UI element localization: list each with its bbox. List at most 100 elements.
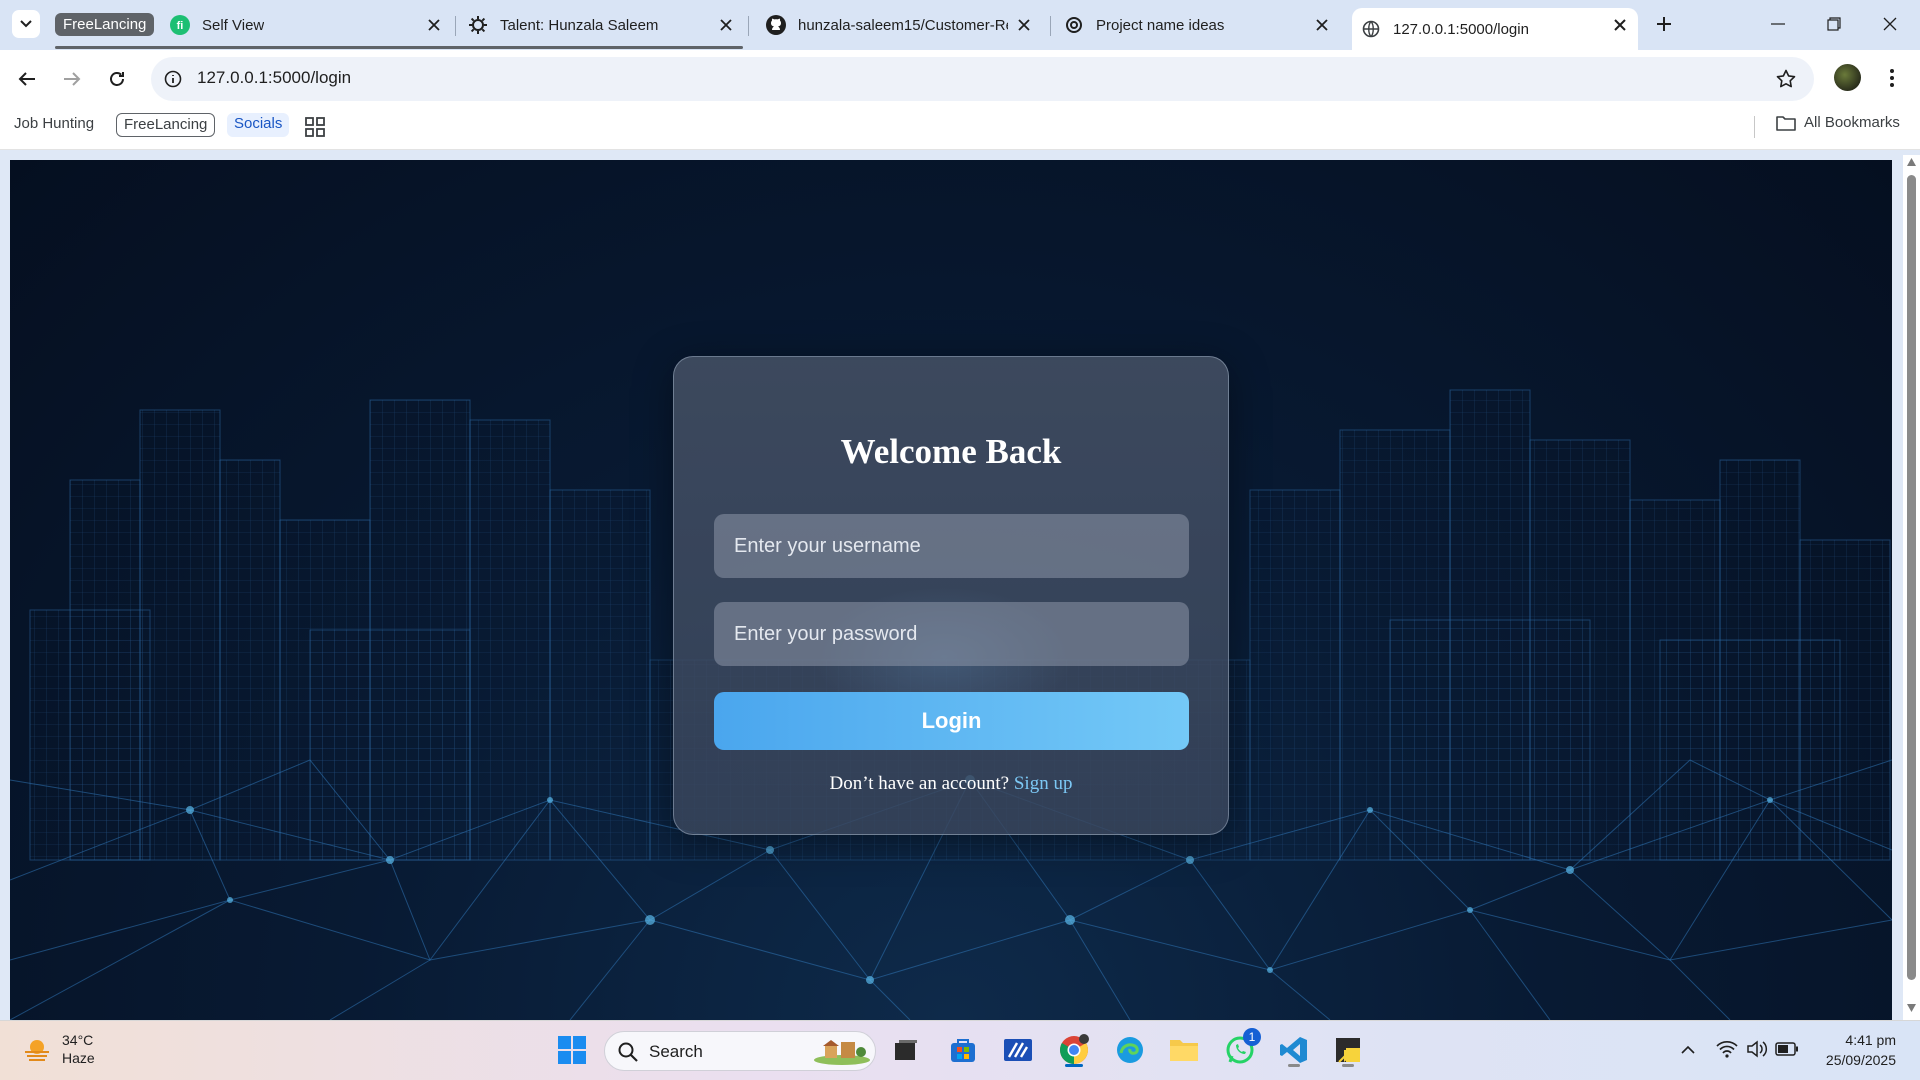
- scroll-up-icon[interactable]: [1906, 157, 1917, 167]
- restore-icon: [1827, 17, 1841, 31]
- password-input[interactable]: [714, 602, 1189, 666]
- bookmark-freelancing[interactable]: FreeLancing: [116, 113, 216, 137]
- all-bookmarks-button[interactable]: All Bookmarks: [1776, 114, 1900, 131]
- folder-icon: [1170, 1040, 1198, 1061]
- tab-title: 127.0.0.1:5000/login: [1393, 20, 1529, 38]
- apps-grid-icon[interactable]: [304, 116, 326, 138]
- speaker-icon: [1747, 1040, 1768, 1058]
- running-indicator: [1065, 1064, 1083, 1067]
- chevron-up-icon: [1681, 1045, 1695, 1054]
- scroll-down-icon[interactable]: [1906, 1003, 1917, 1013]
- forward-button[interactable]: [56, 63, 88, 95]
- scrollbar-thumb[interactable]: [1907, 175, 1916, 980]
- app-shortcut-icon: [1004, 1039, 1032, 1061]
- app-blue-shortcut[interactable]: [998, 1030, 1038, 1070]
- minimize-button[interactable]: [1760, 10, 1796, 38]
- tab-search-button[interactable]: [12, 10, 40, 38]
- running-indicator: [1342, 1064, 1354, 1067]
- tab-strip: FreeLancing fi Self View Talent: Hunzala…: [0, 0, 1920, 50]
- bookmarks-bar: Job Hunting FreeLancing Socials All Book…: [0, 108, 1920, 150]
- plus-icon: [1657, 17, 1671, 31]
- bookmark-star-icon[interactable]: [1774, 67, 1798, 91]
- login-button[interactable]: Login: [714, 692, 1189, 750]
- close-icon[interactable]: [424, 15, 444, 35]
- tab-talent[interactable]: Talent: Hunzala Saleem: [468, 8, 744, 42]
- openai-icon: [1064, 15, 1084, 35]
- weather-desc: Haze: [62, 1050, 95, 1066]
- login-heading: Welcome Back: [840, 432, 1062, 471]
- clock-time: 4:41 pm: [1845, 1032, 1896, 1048]
- browser-toolbar: 127.0.0.1:5000/login: [0, 50, 1920, 108]
- taskbar-search[interactable]: Search: [604, 1031, 876, 1071]
- tab-self-view[interactable]: fi Self View: [170, 8, 452, 42]
- chrome-icon: [1060, 1034, 1089, 1064]
- close-window-button[interactable]: [1872, 10, 1908, 38]
- close-icon[interactable]: [1610, 15, 1630, 35]
- sticky-notes-icon: [1336, 1038, 1360, 1063]
- sticky-notes-app[interactable]: [1328, 1030, 1368, 1070]
- vscode-icon: [1280, 1037, 1307, 1063]
- back-button[interactable]: [11, 63, 43, 95]
- bookmark-job-hunting[interactable]: Job Hunting: [7, 113, 101, 137]
- vscode-app[interactable]: [1274, 1030, 1314, 1070]
- page-scrollbar[interactable]: [1903, 155, 1920, 1020]
- sun-haze-icon: [25, 1040, 49, 1061]
- store-app[interactable]: [943, 1030, 983, 1070]
- close-icon: [1883, 17, 1897, 31]
- microsoft-store-icon: [951, 1039, 975, 1062]
- site-info-icon[interactable]: [161, 67, 185, 91]
- close-icon[interactable]: [716, 15, 736, 35]
- edge-app[interactable]: [1110, 1030, 1150, 1070]
- tab-title: hunzala-saleem15/Customer-Re: [798, 16, 1008, 34]
- address-bar[interactable]: 127.0.0.1:5000/login: [151, 57, 1814, 101]
- search-highlight-illustration: [814, 1040, 870, 1065]
- new-tab-button[interactable]: [1651, 11, 1677, 37]
- system-clock[interactable]: 4:41 pm 25/09/2025: [1806, 1030, 1896, 1070]
- browser-menu-button[interactable]: [1880, 65, 1904, 91]
- wifi-icon: [1716, 1040, 1738, 1058]
- login-card: Welcome Back Login Don’t have an account…: [673, 356, 1229, 835]
- tab-title: Self View: [202, 16, 265, 34]
- start-button[interactable]: [552, 1030, 592, 1070]
- chrome-app[interactable]: [1054, 1030, 1094, 1070]
- battery-icon: [1775, 1042, 1798, 1056]
- tab-group-chip[interactable]: FreeLancing: [55, 13, 155, 36]
- reload-button[interactable]: [101, 63, 133, 95]
- close-icon[interactable]: [1014, 15, 1034, 35]
- url-text[interactable]: 127.0.0.1:5000/login: [197, 68, 351, 88]
- tab-title: Project name ideas: [1096, 16, 1225, 34]
- profile-avatar[interactable]: [1834, 64, 1861, 91]
- tab-group-underline: [55, 46, 743, 49]
- tab-github[interactable]: hunzala-saleem15/Customer-Re: [766, 8, 1042, 42]
- tab-project-ideas[interactable]: Project name ideas: [1064, 8, 1340, 42]
- taskbar: 34°C Haze Search 1 4:41 pm 25/09/2025: [0, 1020, 1920, 1080]
- tab-title: Talent: Hunzala Saleem: [500, 16, 659, 34]
- notification-badge: 1: [1243, 1028, 1261, 1046]
- tab-login[interactable]: 127.0.0.1:5000/login: [1352, 8, 1638, 50]
- tab-separator: [455, 16, 456, 36]
- search-label: Search: [649, 1042, 703, 1061]
- minimize-icon: [1771, 23, 1785, 25]
- task-view-button[interactable]: [886, 1030, 926, 1070]
- wifi-status[interactable]: [1714, 1036, 1740, 1062]
- arrow-right-icon: [64, 72, 81, 86]
- battery-status[interactable]: [1774, 1036, 1800, 1062]
- signup-link[interactable]: Sign up: [1014, 773, 1073, 794]
- github-icon: [766, 15, 786, 35]
- fiverr-icon: fi: [170, 15, 190, 35]
- weather-temp: 34°C: [62, 1032, 94, 1048]
- more-vertical-icon: [1890, 69, 1894, 87]
- username-input[interactable]: [714, 514, 1189, 578]
- clock-date: 25/09/2025: [1825, 1052, 1896, 1068]
- folder-icon: [1776, 115, 1796, 131]
- restore-button[interactable]: [1816, 10, 1852, 38]
- globe-icon: [1361, 19, 1381, 39]
- volume-status[interactable]: [1744, 1036, 1770, 1062]
- whatsapp-app[interactable]: 1: [1220, 1028, 1261, 1070]
- file-explorer-app[interactable]: [1164, 1030, 1204, 1070]
- show-hidden-icons-button[interactable]: [1675, 1036, 1701, 1062]
- weather-widget[interactable]: 34°C Haze: [22, 1031, 95, 1067]
- svg-text:fi: fi: [177, 20, 184, 32]
- close-icon[interactable]: [1312, 15, 1332, 35]
- bookmark-socials[interactable]: Socials: [227, 113, 290, 137]
